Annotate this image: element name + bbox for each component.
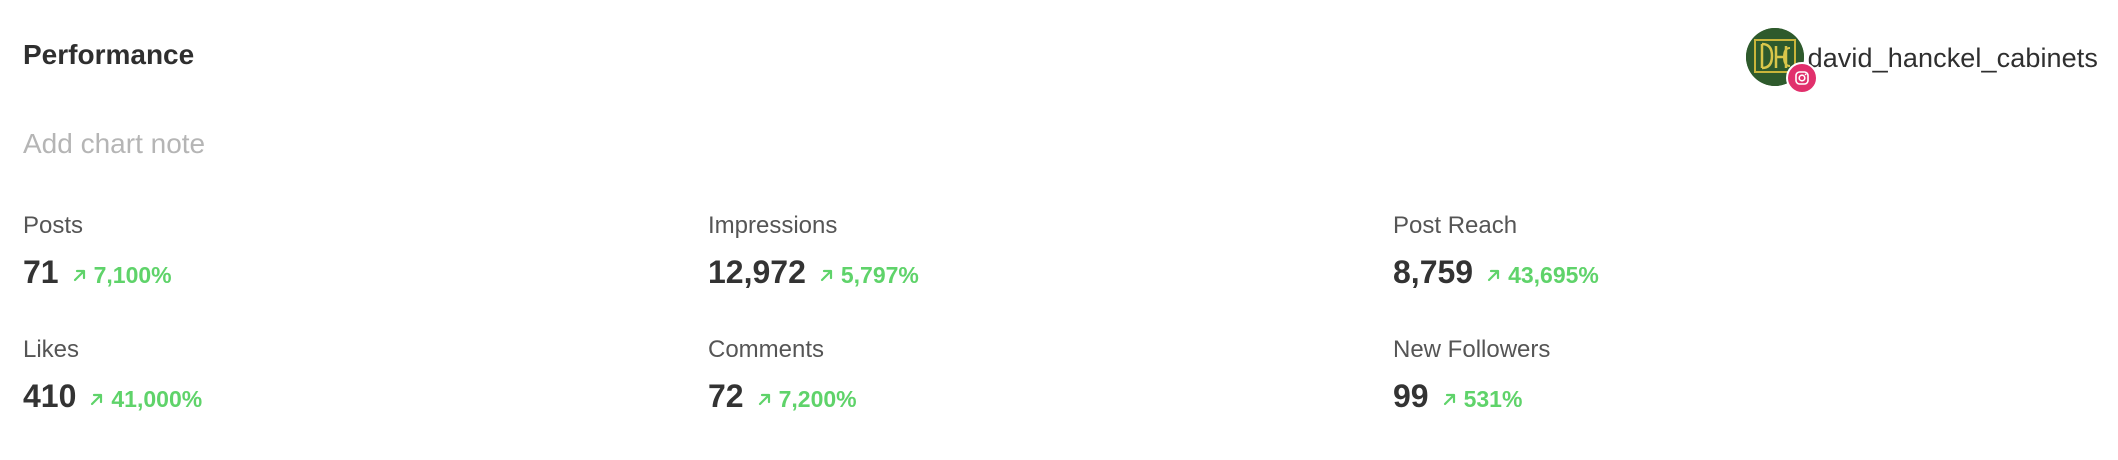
metric-change-value: 43,695%	[1508, 262, 1599, 288]
metric-value: 99	[1393, 378, 1429, 414]
metric-change-value: 7,200%	[778, 386, 857, 412]
arrow-up-right-icon	[71, 266, 89, 284]
account-selector[interactable]: david_hanckel_cabinets	[1745, 26, 2098, 94]
metric-label: Impressions	[708, 212, 838, 239]
account-name: david_hanckel_cabinets	[1807, 42, 2098, 73]
avatar[interactable]	[1745, 28, 1818, 94]
metric-label: Post Reach	[1393, 212, 1518, 239]
arrow-up-right-icon	[1441, 390, 1459, 408]
metric-change: 43,695%	[1485, 262, 1599, 289]
instagram-icon	[1785, 62, 1818, 94]
metric-change: 7,100%	[71, 262, 172, 289]
metric-row: 71 7,100%	[23, 254, 623, 291]
metric-value: 72	[708, 378, 744, 414]
metric-change-value: 5,797%	[840, 262, 919, 288]
metric-value: 12,972	[708, 254, 806, 290]
arrow-up-right-icon	[1485, 266, 1503, 284]
metric-change-value: 7,100%	[93, 262, 172, 288]
metric-label: Posts	[23, 212, 84, 239]
metric-label: New Followers	[1393, 336, 1551, 363]
metric-change: 5,797%	[818, 262, 919, 289]
page-title: Performance	[23, 39, 195, 70]
performance-panel: Performance david_hanckel_cabinets Add c…	[0, 0, 2118, 460]
metric-value: 71	[23, 254, 59, 290]
metric-value: 410	[23, 378, 77, 414]
metric-post-reach: Post Reach 8,759 43,695%	[1393, 210, 1993, 291]
metric-row: 410 41,000%	[23, 378, 623, 415]
metric-row: 8,759 43,695%	[1393, 254, 1993, 291]
metric-comments: Comments 72 7,200%	[708, 334, 1308, 415]
metric-label: Likes	[23, 336, 80, 363]
metric-impressions: Impressions 12,972 5,797%	[708, 210, 1308, 291]
arrow-up-right-icon	[818, 266, 836, 284]
metric-change: 7,200%	[756, 386, 857, 413]
metric-row: 72 7,200%	[708, 378, 1308, 415]
metric-change: 531%	[1441, 386, 1523, 413]
chart-note-input[interactable]: Add chart note	[23, 128, 205, 160]
metric-new-followers: New Followers 99 531%	[1393, 334, 1993, 415]
arrow-up-right-icon	[756, 390, 774, 408]
metric-change: 41,000%	[88, 386, 202, 413]
metric-value: 8,759	[1393, 254, 1474, 290]
panel-header: Performance david_hanckel_cabinets	[23, 28, 2098, 94]
metric-row: 99 531%	[1393, 378, 1993, 415]
metric-likes: Likes 410 41,000%	[23, 334, 623, 415]
metric-label: Comments	[708, 336, 825, 363]
arrow-up-right-icon	[88, 390, 106, 408]
metric-change-value: 531%	[1463, 386, 1523, 412]
metric-posts: Posts 71 7,100%	[23, 210, 623, 291]
metric-row: 12,972 5,797%	[708, 254, 1308, 291]
metric-change-value: 41,000%	[111, 386, 203, 412]
